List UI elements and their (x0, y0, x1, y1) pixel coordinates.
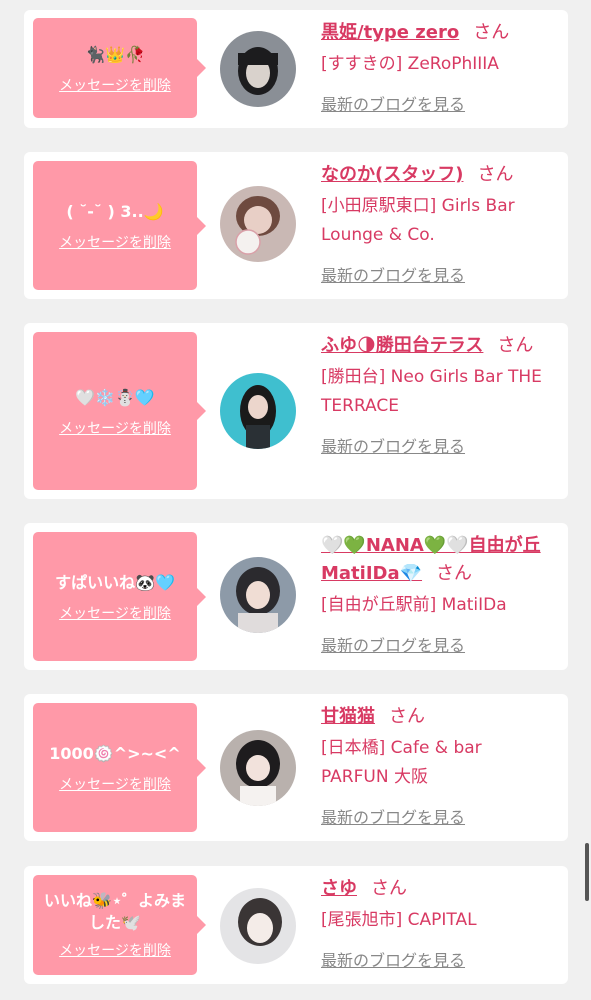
profile-info: 甘猫猫 さん [日本橋] Cafe & bar PARFUN 大阪 最新のブログを… (321, 703, 547, 830)
shop-name: [自由が丘駅前] MatiIDa (321, 595, 507, 615)
message-text: 1000🍥^>~<^ (49, 744, 181, 763)
honorific: さん (497, 335, 534, 356)
honorific: さん (436, 563, 473, 584)
avatar[interactable] (220, 31, 296, 107)
shop-name: [日本橋] Cafe & bar PARFUN 大阪 (321, 738, 482, 787)
profile-info: 黒姫/type zero さん [すすきの] ZeRoPhIIIA 最新のブログを… (321, 19, 547, 117)
latest-blog-link[interactable]: 最新のブログを見る (321, 93, 547, 117)
avatar[interactable] (220, 186, 296, 262)
message-card: すぱいいね🐼🩵 メッセージを削除 🤍💚NANA💚🤍自由が丘MatiIDa💎 さん … (24, 523, 568, 670)
message-text: いいね🐝⋆゜よみました🕊️ (44, 891, 186, 932)
profile-info: ふゆ🌗勝田台テラス さん [勝田台] Neo Girls Bar THE TERR… (321, 332, 547, 459)
name-line: 黒姫/type zero さん (321, 19, 547, 47)
scrollbar[interactable] (585, 843, 589, 901)
name-line: 🤍💚NANA💚🤍自由が丘MatiIDa💎 さん (321, 532, 547, 588)
girl-name-link[interactable]: ふゆ🌗勝田台テラス (321, 335, 483, 356)
message-card: ( ˘-˘ ) 3..🌙 メッセージを削除 なのか(スタッフ) さん [小田原駅東… (24, 152, 568, 299)
delete-message-link[interactable]: メッセージを削除 (59, 418, 171, 438)
avatar[interactable] (220, 557, 296, 633)
latest-blog-link[interactable]: 最新のブログを見る (321, 264, 547, 288)
message-bubble: いいね🐝⋆゜よみました🕊️ メッセージを削除 (33, 875, 206, 975)
girl-name-link[interactable]: なのか(スタッフ) (321, 164, 463, 185)
message-bubble: 1000🍥^>~<^ メッセージを削除 (33, 703, 206, 832)
delete-message-link[interactable]: メッセージを削除 (59, 774, 171, 794)
latest-blog-link[interactable]: 最新のブログを見る (321, 806, 547, 830)
delete-message-link[interactable]: メッセージを削除 (59, 75, 171, 95)
message-text: 🤍❄️☃️🩵 (75, 387, 155, 407)
delete-message-link[interactable]: メッセージを削除 (59, 940, 171, 960)
message-card: いいね🐝⋆゜よみました🕊️ メッセージを削除 さゆ さん [尾張旭市] CAPIT… (24, 866, 568, 984)
profile-info: さゆ さん [尾張旭市] CAPITAL 最新のブログを見る (321, 875, 547, 973)
message-card: 1000🍥^>~<^ メッセージを削除 甘猫猫 さん [日本橋] Cafe & b… (24, 694, 568, 841)
shop-name: [すすきの] ZeRoPhIIIA (321, 54, 499, 74)
shop-name: [勝田台] Neo Girls Bar THE TERRACE (321, 367, 542, 416)
shop-name: [尾張旭市] CAPITAL (321, 910, 477, 930)
latest-blog-link[interactable]: 最新のブログを見る (321, 435, 547, 459)
profile-info: 🤍💚NANA💚🤍自由が丘MatiIDa💎 さん [自由が丘駅前] MatiIDa … (321, 532, 547, 658)
honorific: さん (473, 22, 510, 43)
girl-name-link[interactable]: 黒姫/type zero (321, 22, 459, 43)
latest-blog-link[interactable]: 最新のブログを見る (321, 949, 547, 973)
avatar[interactable] (220, 730, 296, 806)
message-bubble: 🐈‍⬛👑🥀 メッセージを削除 (33, 18, 206, 118)
honorific: さん (477, 164, 514, 185)
message-bubble: 🤍❄️☃️🩵 メッセージを削除 (33, 332, 206, 490)
delete-message-link[interactable]: メッセージを削除 (59, 603, 171, 623)
delete-message-link[interactable]: メッセージを削除 (59, 232, 171, 252)
message-card: 🐈‍⬛👑🥀 メッセージを削除 黒姫/type zero さん [すすきの] ZeR… (24, 10, 568, 128)
honorific: さん (389, 706, 425, 727)
message-bubble: ( ˘-˘ ) 3..🌙 メッセージを削除 (33, 161, 206, 290)
message-card: 🤍❄️☃️🩵 メッセージを削除 ふゆ🌗勝田台テラス さん [勝田台] Neo Gi… (24, 323, 568, 499)
shop-name: [小田原駅東口] Girls Bar Lounge & Co. (321, 196, 515, 245)
message-bubble: すぱいいね🐼🩵 メッセージを削除 (33, 532, 206, 661)
latest-blog-link[interactable]: 最新のブログを見る (321, 634, 547, 658)
honorific: さん (371, 878, 407, 899)
girl-name-link[interactable]: さゆ (321, 878, 357, 899)
profile-info: なのか(スタッフ) さん [小田原駅東口] Girls Bar Lounge & … (321, 161, 547, 288)
girl-name-link[interactable]: 甘猫猫 (321, 706, 375, 727)
name-line: さゆ さん (321, 875, 547, 903)
message-text: ( ˘-˘ ) 3..🌙 (66, 202, 164, 221)
name-line: なのか(スタッフ) さん (321, 161, 547, 189)
girl-name-link[interactable]: 🤍💚NANA💚🤍自由が丘MatiIDa💎 (321, 535, 541, 584)
message-text: 🐈‍⬛👑🥀 (85, 44, 145, 64)
message-text: すぱいいね🐼🩵 (55, 573, 175, 592)
name-line: ふゆ🌗勝田台テラス さん (321, 332, 547, 360)
avatar[interactable] (220, 373, 296, 449)
avatar[interactable] (220, 888, 296, 964)
name-line: 甘猫猫 さん (321, 703, 547, 731)
